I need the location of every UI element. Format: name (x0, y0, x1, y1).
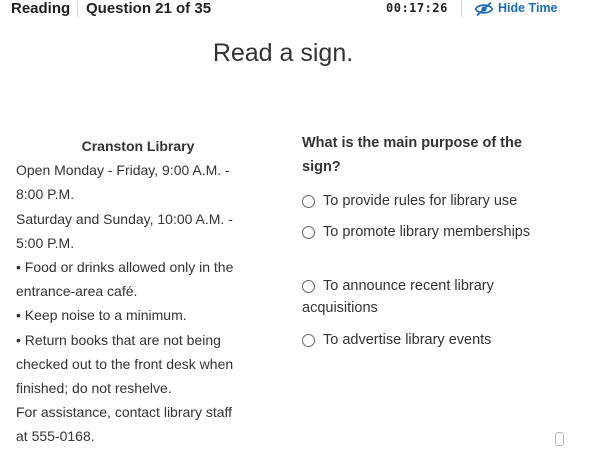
sign-line: • Return books that are not being (16, 331, 221, 348)
sign-line: • Food or drinks allowed only in the (16, 259, 234, 276)
sign-line: 5:00 P.M. (16, 234, 75, 251)
page-title: Read a sign. (212, 39, 354, 67)
hide-time-label: Hide Time (498, 1, 558, 15)
radio-button[interactable] (302, 334, 315, 347)
sign-line: • Keep noise to a minimum. (16, 307, 187, 324)
sign-line: checked out to the front desk when (16, 355, 234, 372)
top-bar: Reading Question 21 of 35 00:17:26 Hide … (0, 0, 599, 20)
sign-line: For assistance, contact library staff (16, 404, 233, 421)
section-name: Reading (11, 0, 71, 17)
radio-button[interactable] (302, 226, 315, 239)
sign-line: entrance-area café. (16, 283, 138, 300)
question-prompt: What is the main purpose of the sign? (302, 135, 522, 175)
scroll-handle[interactable] (555, 432, 564, 446)
question-counter: Question 21 of 35 (86, 0, 212, 17)
header-divider (77, 1, 78, 17)
sign-line: finished; do not reshelve. (16, 380, 172, 397)
hide-time-button[interactable]: Hide Time (474, 0, 558, 17)
sign-line: Open Monday - Friday, 9:00 A.M. - (16, 162, 230, 179)
sign-title: Cranston Library (81, 138, 195, 154)
timer: 00:17:26 (386, 1, 448, 15)
answer-option-4[interactable]: To advertise library events (302, 329, 552, 351)
radio-button[interactable] (302, 195, 315, 208)
answer-option-label: To announce recent library acquisitions (302, 278, 494, 316)
answer-option-label: To provide rules for library use (323, 193, 518, 209)
answer-option-label: To advertise library events (323, 332, 492, 348)
answer-option-2[interactable]: To promote library memberships (302, 221, 552, 243)
answer-option-label: To promote library memberships (323, 224, 531, 240)
timer-divider (461, 0, 462, 17)
answer-option-3[interactable]: To announce recent library acquisitions (302, 275, 552, 319)
sign-line: 8:00 P.M. (16, 186, 75, 203)
sign-line: Saturday and Sunday, 10:00 A.M. - (16, 210, 233, 227)
radio-button[interactable] (302, 280, 315, 293)
sign-line: at 555-0168. (16, 428, 95, 445)
eye-slash-icon (474, 1, 494, 16)
answer-option-1[interactable]: To provide rules for library use (302, 190, 552, 212)
sign-passage: Cranston Library Open Monday - Friday, 9… (16, 134, 260, 449)
